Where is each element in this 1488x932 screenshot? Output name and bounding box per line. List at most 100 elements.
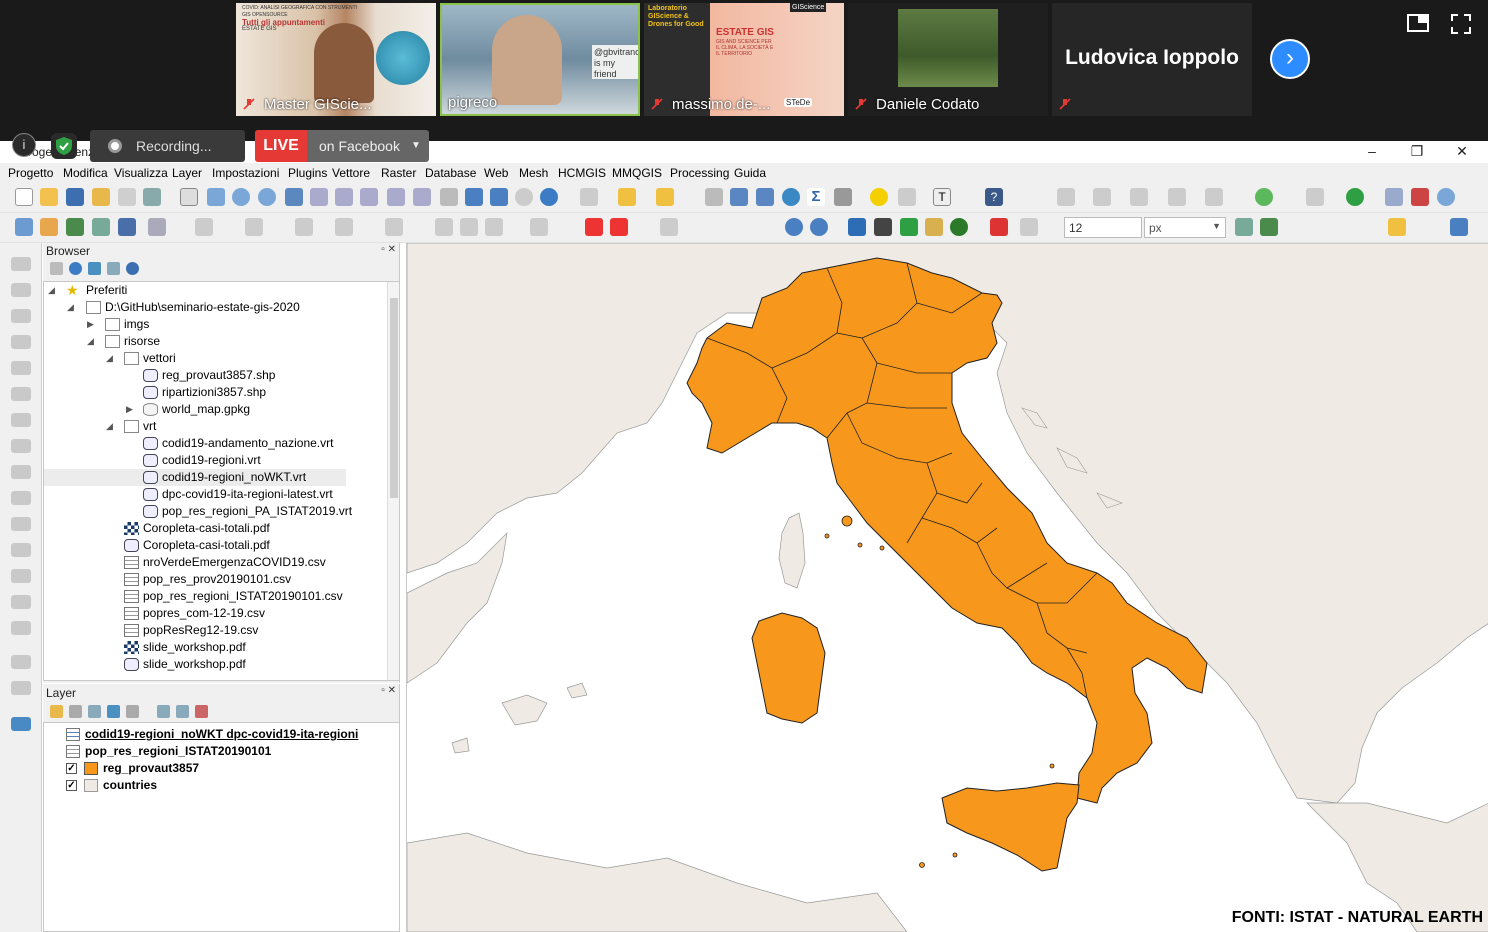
edit-icon[interactable] bbox=[195, 218, 213, 236]
map-canvas[interactable]: FONTI: ISTAT - NATURAL EARTH bbox=[406, 243, 1488, 932]
new-project-icon[interactable] bbox=[15, 188, 33, 206]
meeting-info-icon[interactable]: i bbox=[12, 133, 36, 157]
select-by-value-icon[interactable] bbox=[618, 188, 636, 206]
tree-item[interactable]: reg_provaut3857.shp bbox=[44, 367, 389, 384]
tree-item[interactable]: pop_res_regioni_ISTAT20190101.csv bbox=[44, 588, 389, 605]
filter-expression-icon[interactable] bbox=[126, 705, 139, 718]
dem-icon[interactable] bbox=[900, 218, 918, 236]
tool-icon[interactable] bbox=[11, 681, 31, 695]
tree-item[interactable]: popres_com-12-19.csv bbox=[44, 605, 389, 622]
menu-raster[interactable]: Raster bbox=[381, 166, 416, 180]
zoom-out-icon[interactable] bbox=[258, 188, 276, 206]
add-polygon-icon[interactable] bbox=[1093, 188, 1111, 206]
participant-tile-4[interactable]: Daniele Codato bbox=[848, 3, 1048, 116]
recording-indicator[interactable]: Recording... bbox=[90, 130, 245, 162]
db-manager-icon[interactable] bbox=[925, 218, 943, 236]
next-page-button[interactable]: › bbox=[1270, 39, 1310, 79]
merge-icon[interactable] bbox=[1168, 188, 1186, 206]
layer-visibility-checkbox[interactable]: ✓ bbox=[66, 780, 77, 791]
identify-icon[interactable] bbox=[705, 188, 723, 206]
zoom-last-icon[interactable] bbox=[387, 188, 405, 206]
tree-item[interactable]: ◢ vrt bbox=[44, 418, 389, 435]
fullscreen-icon[interactable] bbox=[1451, 14, 1471, 34]
add-virtual-layer-icon[interactable] bbox=[118, 218, 136, 236]
redo-icon[interactable] bbox=[485, 218, 503, 236]
highlight-label-icon[interactable] bbox=[610, 218, 628, 236]
collapse-all-icon[interactable] bbox=[176, 705, 189, 718]
properties-icon[interactable] bbox=[126, 262, 139, 275]
delete-selected-icon[interactable] bbox=[335, 218, 353, 236]
text-annotation-icon[interactable]: T bbox=[933, 188, 951, 206]
pan-hand-icon[interactable] bbox=[180, 188, 198, 206]
statistics-icon[interactable]: Σ bbox=[807, 188, 825, 206]
tool-icon[interactable] bbox=[11, 465, 31, 479]
tool-icon[interactable] bbox=[11, 387, 31, 401]
open-project-icon[interactable] bbox=[40, 188, 58, 206]
copy-icon[interactable] bbox=[1385, 188, 1403, 206]
python-icon[interactable] bbox=[848, 218, 866, 236]
tool-icon[interactable] bbox=[11, 335, 31, 349]
tool-icon[interactable] bbox=[11, 439, 31, 453]
zoom-selection-icon[interactable] bbox=[310, 188, 328, 206]
style-manager-icon[interactable] bbox=[143, 188, 161, 206]
zoom-full-icon[interactable] bbox=[285, 188, 303, 206]
pencil-icon[interactable] bbox=[1388, 218, 1406, 236]
tool-icon[interactable] bbox=[11, 257, 31, 271]
restore-icon[interactable]: ❐ bbox=[1407, 143, 1427, 161]
remove-layer-icon[interactable] bbox=[195, 705, 208, 718]
tree-item[interactable]: ◢ vettori bbox=[44, 350, 389, 367]
filter-icon[interactable] bbox=[88, 262, 101, 275]
refresh-icon[interactable] bbox=[69, 262, 82, 275]
close-icon[interactable]: ✕ bbox=[1452, 143, 1472, 161]
share-icon[interactable] bbox=[1346, 188, 1364, 206]
zoom-layer-icon[interactable] bbox=[335, 188, 353, 206]
menu-impostazioni[interactable]: Impostazioni bbox=[212, 166, 279, 180]
locator-icon[interactable] bbox=[1255, 188, 1273, 206]
tree-item[interactable]: dpc-covid19-ita-regioni-latest.vrt bbox=[44, 486, 389, 503]
menu-progetto[interactable]: Progetto bbox=[8, 166, 53, 180]
paste-icon[interactable] bbox=[435, 218, 453, 236]
zoom-in-icon[interactable] bbox=[232, 188, 250, 206]
add-group-icon[interactable] bbox=[69, 705, 82, 718]
menu-modifica[interactable]: Modifica bbox=[63, 166, 108, 180]
save-edits-icon[interactable] bbox=[245, 218, 263, 236]
help-icon[interactable]: ? bbox=[985, 188, 1003, 206]
tool-icon[interactable] bbox=[11, 413, 31, 427]
digitize-icon[interactable] bbox=[1057, 188, 1075, 206]
tree-item-selected[interactable]: codid19-regioni_noWKT.vrt bbox=[44, 469, 346, 486]
tree-item[interactable]: Coropleta-casi-totali.pdf bbox=[44, 520, 389, 537]
live-stream-button[interactable]: LIVE on Facebook ▼ bbox=[255, 130, 429, 162]
tool-icon[interactable] bbox=[11, 491, 31, 505]
vertex-tool-icon[interactable] bbox=[1130, 188, 1148, 206]
tree-item[interactable]: ▶ world_map.gpkg bbox=[44, 401, 389, 418]
tool-icon[interactable] bbox=[11, 543, 31, 557]
tool-icon[interactable] bbox=[11, 517, 31, 531]
search-icon[interactable] bbox=[1437, 188, 1455, 206]
bookmark-icon[interactable] bbox=[465, 188, 483, 206]
browser-scrollbar[interactable] bbox=[387, 282, 399, 680]
georeferencer-icon[interactable] bbox=[11, 717, 31, 731]
label-abc-icon[interactable] bbox=[585, 218, 603, 236]
layer-visibility-checkbox[interactable]: ✓ bbox=[66, 763, 77, 774]
globe-2-icon[interactable] bbox=[810, 218, 828, 236]
add-delimited-icon[interactable] bbox=[92, 218, 110, 236]
filter-2-icon[interactable] bbox=[1260, 218, 1278, 236]
collapse-all-icon[interactable] bbox=[107, 262, 120, 275]
font-size-input[interactable]: 12 bbox=[1064, 217, 1142, 238]
tree-item[interactable]: ◢ D:\GitHub\seminario-estate-gis-2020 bbox=[44, 299, 389, 316]
split-icon[interactable] bbox=[1205, 188, 1223, 206]
select-features-icon[interactable] bbox=[580, 188, 598, 206]
snapping-magnet-icon[interactable] bbox=[990, 218, 1008, 236]
add-vector-icon[interactable] bbox=[66, 218, 84, 236]
tool-icon[interactable] bbox=[11, 361, 31, 375]
gallery-layout-icon[interactable] bbox=[1407, 14, 1429, 32]
participant-tile-1[interactable]: COVID: ANALISI GEOGRAFICA CON STRUMENTI … bbox=[236, 3, 436, 116]
minimize-icon[interactable]: – bbox=[1362, 143, 1382, 161]
pan-to-selection-icon[interactable] bbox=[207, 188, 225, 206]
refresh-icon[interactable] bbox=[540, 188, 558, 206]
field-calculator-icon[interactable] bbox=[756, 188, 774, 206]
tracing-icon[interactable] bbox=[1020, 218, 1038, 236]
tree-item[interactable]: Coropleta-casi-totali.pdf bbox=[44, 537, 389, 554]
tree-item[interactable]: nroVerdeEmergenzaCOVID19.csv bbox=[44, 554, 389, 571]
zoom-next-icon[interactable] bbox=[413, 188, 431, 206]
